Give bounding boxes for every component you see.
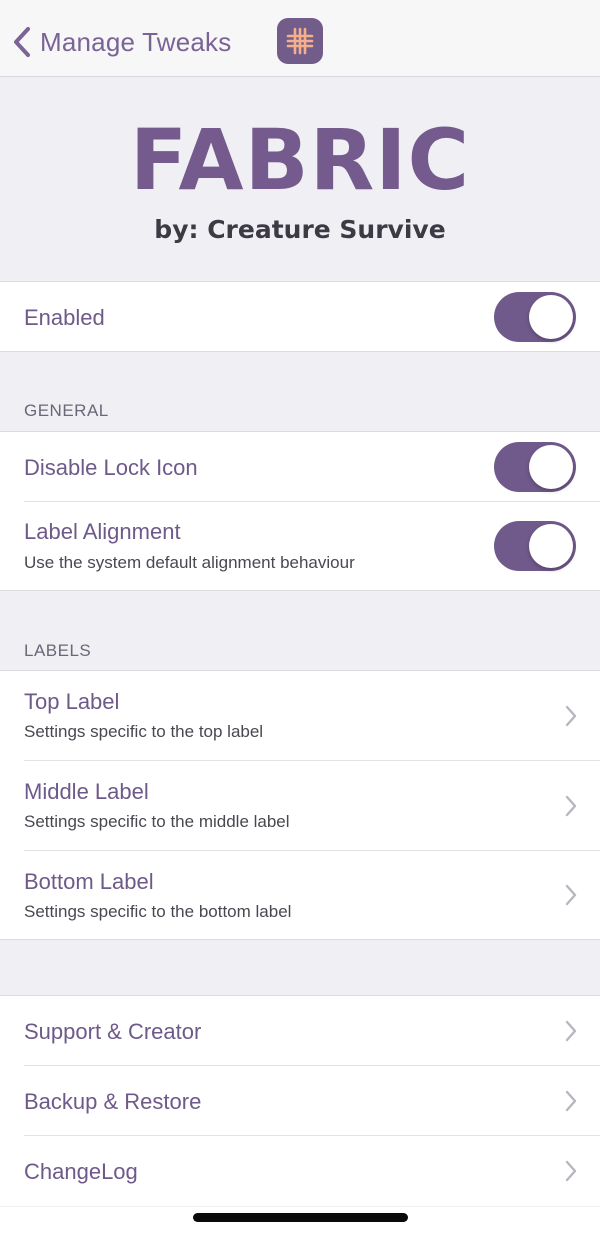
back-button[interactable]: Manage Tweaks [10, 20, 231, 64]
chevron-right-icon [565, 1020, 577, 1042]
bottom-label-subtitle: Settings specific to the bottom label [24, 902, 292, 921]
general-section-header: GENERAL [24, 401, 109, 420]
chevron-right-icon [565, 1090, 577, 1112]
chevron-right-icon [565, 705, 577, 727]
enabled-row: Enabled [0, 282, 600, 351]
disable-lock-icon-label: Disable Lock Icon [24, 455, 198, 480]
general-group: Disable Lock Icon Label Alignment Use th… [0, 431, 600, 591]
top-label-row[interactable]: Top Label Settings specific to the top l… [0, 671, 600, 761]
changelog-row[interactable]: ChangeLog [0, 1136, 600, 1206]
navigation-bar: Manage Tweaks [0, 0, 600, 77]
tweak-header: FABRIC by: Creature Survive [0, 77, 600, 281]
label-alignment-label: Label Alignment [24, 519, 181, 544]
links-group: Support & Creator Backup & Restore Chang… [0, 995, 600, 1206]
chevron-right-icon [565, 1160, 577, 1182]
chevron-right-icon [565, 795, 577, 817]
enabled-label: Enabled [24, 305, 105, 330]
top-label-subtitle: Settings specific to the top label [24, 722, 264, 741]
labels-group: Top Label Settings specific to the top l… [0, 670, 600, 940]
enabled-toggle[interactable] [494, 292, 576, 342]
tweak-author: by: Creature Survive [154, 215, 446, 244]
middle-label-title: Middle Label [24, 779, 149, 804]
chevron-right-icon [565, 884, 577, 906]
label-alignment-subtitle: Use the system default alignment behavio… [24, 553, 355, 572]
chevron-left-icon [14, 27, 30, 57]
labels-section-header: LABELS [24, 641, 92, 660]
backup-restore-row[interactable]: Backup & Restore [0, 1066, 600, 1136]
enabled-group: Enabled [0, 281, 600, 352]
disable-lock-icon-toggle[interactable] [494, 442, 576, 492]
changelog-label: ChangeLog [24, 1159, 138, 1184]
tweak-title: FABRIC [129, 111, 471, 209]
support-creator-row[interactable]: Support & Creator [0, 996, 600, 1066]
back-button-label: Manage Tweaks [40, 26, 232, 57]
label-alignment-row: Label Alignment Use the system default a… [0, 502, 600, 590]
disable-lock-icon-row: Disable Lock Icon [0, 432, 600, 502]
grid-icon [277, 18, 323, 64]
backup-restore-label: Backup & Restore [24, 1089, 202, 1114]
bottom-label-title: Bottom Label [24, 869, 154, 894]
home-indicator[interactable] [193, 1213, 408, 1222]
middle-label-row[interactable]: Middle Label Settings specific to the mi… [0, 761, 600, 851]
bottom-label-row[interactable]: Bottom Label Settings specific to the bo… [0, 851, 600, 939]
top-label-title: Top Label [24, 689, 120, 714]
middle-label-subtitle: Settings specific to the middle label [24, 812, 290, 831]
label-alignment-toggle[interactable] [494, 521, 576, 571]
support-creator-label: Support & Creator [24, 1019, 202, 1044]
